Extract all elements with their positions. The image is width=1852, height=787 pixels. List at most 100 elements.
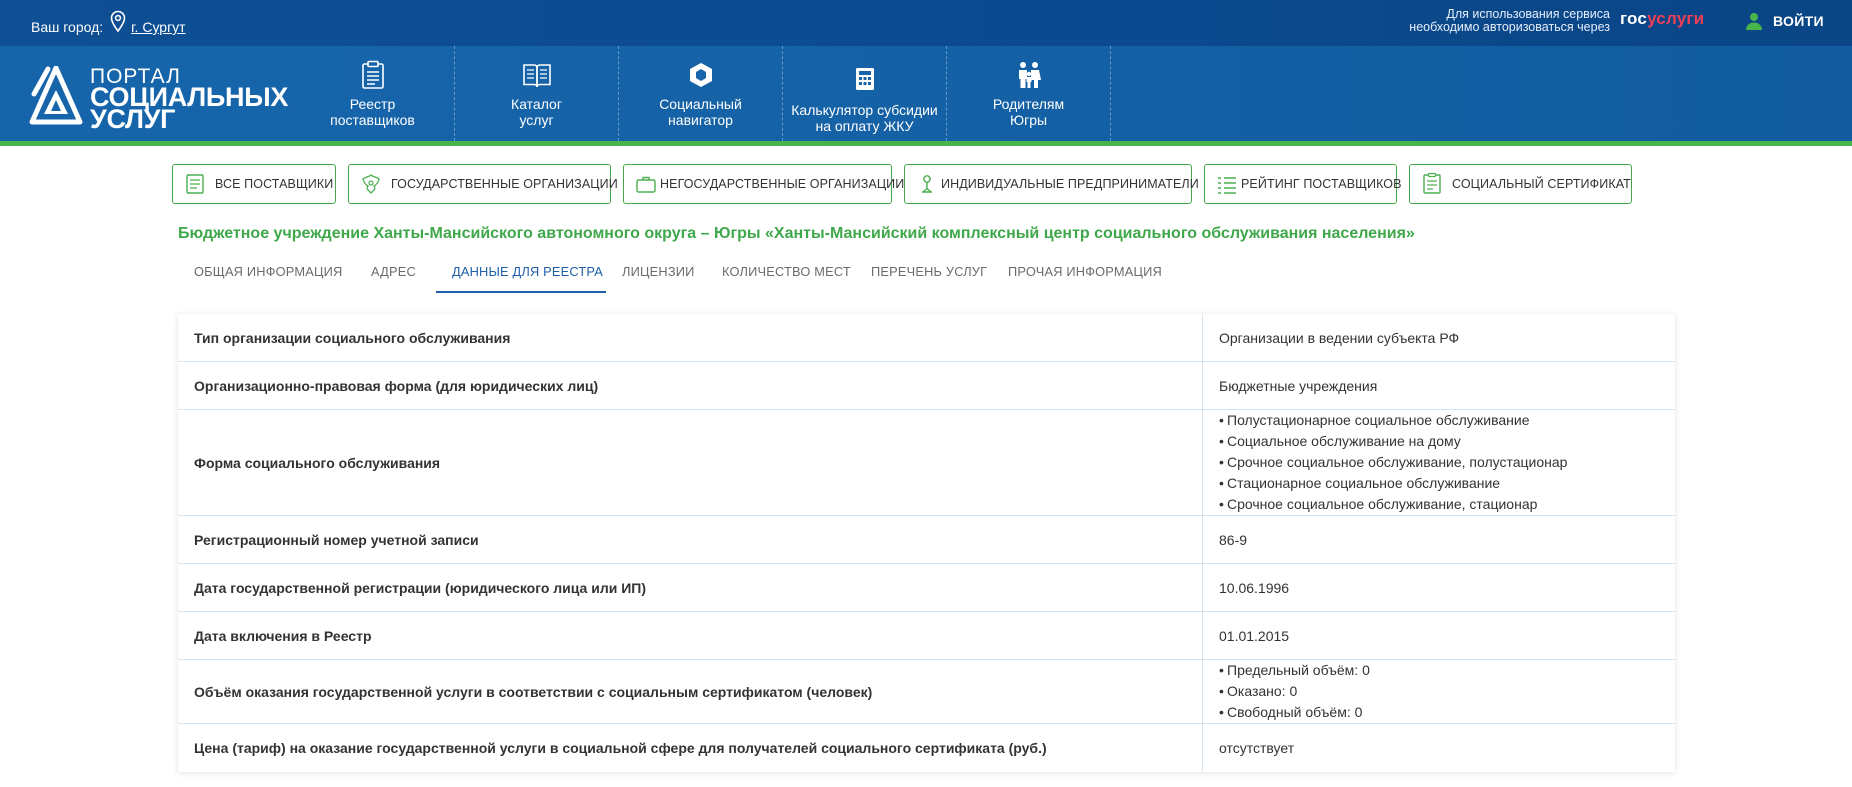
- row-key: Объём оказания государственной услуги в …: [178, 660, 1203, 723]
- portal-logo[interactable]: ПОРТАЛ СОЦИАЛЬНЫХ УСЛУГ: [28, 66, 288, 133]
- row-key: Цена (тариф) на оказание государственной…: [178, 724, 1203, 772]
- table-row: Цена (тариф) на оказание государственной…: [178, 724, 1675, 772]
- filter-all-providers-label: ВСЕ ПОСТАВЩИКИ: [215, 177, 334, 191]
- row-value: Предельный объём: 0 Оказано: 0 Свободный…: [1203, 660, 1675, 723]
- row-value: 01.01.2015: [1219, 627, 1290, 644]
- row-value: Организации в ведении субъекта РФ: [1219, 329, 1460, 346]
- city-link[interactable]: г. Сургут: [131, 19, 185, 35]
- city-label: Ваш город:: [31, 19, 104, 35]
- header-accent-line: [0, 141, 1852, 146]
- filter-social-certificate[interactable]: СОЦИАЛЬНЫЙ СЕРТИФИКАТ: [1409, 164, 1632, 204]
- table-row: Тип организации социального обслуживания…: [178, 314, 1675, 362]
- filter-nongovernment-organizations-label: НЕГОСУДАРСТВЕННЫЕ ОРГАНИЗАЦИИ: [660, 177, 905, 191]
- tab-services-list[interactable]: ПЕРЕЧЕНЬ УСЛУГ: [871, 264, 987, 279]
- nav-item-navigator[interactable]: Социальный навигатор: [619, 46, 783, 141]
- filter-social-certificate-label: СОЦИАЛЬНЫЙ СЕРТИФИКАТ: [1452, 177, 1631, 191]
- list-item: Полустационарное социальное обслуживание: [1219, 410, 1567, 431]
- table-row: Дата государственной регистрации (юридич…: [178, 564, 1675, 612]
- nav-item-calculator[interactable]: Калькулятор субсидии на оплату ЖКУ: [783, 46, 947, 141]
- auth-note: Для использования сервиса необходимо авт…: [1400, 8, 1610, 34]
- gosuslugi-logo-gos: гос: [1620, 9, 1648, 28]
- auth-note-line2: необходимо авторизоваться через: [1409, 20, 1610, 34]
- row-value: отсутствует: [1219, 740, 1295, 756]
- user-icon: [1746, 13, 1762, 30]
- nav-item-navigator-line2: навигатор: [668, 112, 733, 128]
- calculator-icon: [855, 68, 874, 90]
- row-value: Бюджетные учреждения: [1219, 377, 1378, 394]
- location-pin-icon: [110, 10, 126, 33]
- table-row: Регистрационный номер учетной записи 86-…: [178, 516, 1675, 564]
- filter-all-providers[interactable]: ВСЕ ПОСТАВЩИКИ: [172, 164, 336, 204]
- filter-individual-entrepreneurs[interactable]: ИНДИВИДУАЛЬНЫЕ ПРЕДПРИНИМАТЕЛИ: [904, 164, 1199, 204]
- main-header: ПОРТАЛ СОЦИАЛЬНЫХ УСЛУГ Реестр поставщико…: [0, 46, 1852, 141]
- tab-registry-data[interactable]: ДАННЫЕ ДЛЯ РЕЕСТРА: [452, 264, 603, 279]
- table-row: Форма социального обслуживания Полустаци…: [178, 410, 1675, 516]
- login-label: ВОЙТИ: [1773, 13, 1824, 29]
- row-key: Форма социального обслуживания: [178, 410, 1203, 515]
- certificate-volume-list: Предельный объём: 0 Оказано: 0 Свободный…: [1219, 660, 1370, 723]
- list-item: Срочное социальное обслуживание, стацион…: [1219, 494, 1567, 515]
- family-icon: [1018, 62, 1041, 88]
- filter-provider-rating[interactable]: РЕЙТИНГ ПОСТАВЩИКОВ: [1204, 164, 1401, 204]
- filter-state-organizations-label: ГОСУДАРСТВЕННЫЕ ОРГАНИЗАЦИИ: [391, 177, 618, 191]
- row-key: Дата государственной регистрации (юридич…: [178, 564, 1203, 611]
- clipboard-icon: [361, 60, 384, 89]
- row-value: 10.06.1996: [1219, 579, 1290, 596]
- certificate-icon: [1423, 172, 1441, 194]
- row-value: Полустационарное социальное обслуживание…: [1203, 410, 1675, 515]
- list-item: Стационарное социальное обслуживание: [1219, 473, 1567, 494]
- list-item: Срочное социальное обслуживание, полуста…: [1219, 452, 1567, 473]
- book-icon: [522, 64, 551, 88]
- row-key: Тип организации социального обслуживания: [178, 314, 1203, 361]
- main-nav: Реестр поставщиков Каталог услуг Социальны…: [291, 46, 1111, 141]
- gosuslugi-logo[interactable]: госуслуги: [1620, 9, 1704, 29]
- nav-item-parents-line2: Югры: [1009, 112, 1048, 128]
- filter-nongovernment-organizations[interactable]: НЕГОСУДАРСТВЕННЫЕ ОРГАНИЗАЦИИ: [623, 164, 904, 204]
- list-item: Свободный объём: 0: [1219, 702, 1370, 723]
- nav-item-navigator-line1: Социальный: [659, 96, 742, 112]
- nav-item-registry[interactable]: Реестр поставщиков: [291, 46, 455, 141]
- tab-places-count[interactable]: КОЛИЧЕСТВО МЕСТ: [722, 264, 851, 279]
- nav-item-calculator-line1: Калькулятор субсидии: [791, 102, 938, 118]
- table-row: Объём оказания государственной услуги в …: [178, 660, 1675, 724]
- organization-title: Бюджетное учреждение Ханты-Мансийского а…: [178, 225, 1415, 242]
- row-key: Организационно-правовая форма (для юриди…: [178, 362, 1203, 409]
- nav-item-catalog[interactable]: Каталог услуг: [455, 46, 619, 141]
- tab-licenses[interactable]: ЛИЦЕНЗИИ: [622, 264, 695, 279]
- tab-address[interactable]: АДРЕС: [371, 264, 416, 279]
- active-tab-indicator: [436, 291, 606, 293]
- gosuslugi-logo-uslugi: услуги: [1647, 9, 1705, 28]
- person-icon: [922, 175, 932, 193]
- list-item: Предельный объём: 0: [1219, 660, 1370, 681]
- emblem-icon: [362, 174, 380, 194]
- table-row: Организационно-правовая форма (для юриди…: [178, 362, 1675, 410]
- tab-general-info[interactable]: ОБЩАЯ ИНФОРМАЦИЯ: [194, 264, 343, 279]
- row-key: Дата включения в Реестр: [178, 612, 1203, 659]
- list-item: Социальное обслуживание на дому: [1219, 431, 1567, 452]
- organization-tabs: ОБЩАЯ ИНФОРМАЦИЯ АДРЕС ДАННЫЕ ДЛЯ РЕЕСТР…: [178, 258, 1678, 294]
- city-selector: Ваш город: г. Сургут: [31, 10, 186, 38]
- table-row: Дата включения в Реестр 01.01.2015: [178, 612, 1675, 660]
- nav-item-parents-line1: Родителям: [992, 96, 1065, 112]
- nav-item-parents[interactable]: Родителям Югры: [947, 46, 1111, 141]
- nav-item-catalog-line2: услуг: [519, 112, 554, 128]
- rating-list-icon: [1218, 177, 1236, 194]
- service-forms-list: Полустационарное социальное обслуживание…: [1219, 410, 1567, 515]
- filter-provider-rating-label: РЕЙТИНГ ПОСТАВЩИКОВ: [1241, 177, 1402, 191]
- nav-item-registry-line2: поставщиков: [330, 112, 415, 128]
- list-item: Оказано: 0: [1219, 681, 1370, 702]
- registry-data-table: Тип организации социального обслуживания…: [178, 314, 1675, 772]
- filter-state-organizations[interactable]: ГОСУДАРСТВЕННЫЕ ОРГАНИЗАЦИИ: [348, 164, 618, 204]
- list-icon: [186, 174, 204, 194]
- login-button[interactable]: ВОЙТИ: [1745, 12, 1824, 30]
- hexagon-icon: [689, 63, 712, 87]
- tab-other-info[interactable]: ПРОЧАЯ ИНФОРМАЦИЯ: [1008, 264, 1162, 279]
- nav-item-calculator-line2: на оплату ЖКУ: [815, 118, 914, 134]
- filter-individual-entrepreneurs-label: ИНДИВИДУАЛЬНЫЕ ПРЕДПРИНИМАТЕЛИ: [941, 177, 1199, 191]
- row-value: 86-9: [1219, 531, 1248, 548]
- briefcase-icon: [636, 176, 656, 193]
- row-key: Регистрационный номер учетной записи: [178, 516, 1203, 563]
- logo-line-3: УСЛУГ: [90, 104, 176, 134]
- nav-item-registry-line1: Реестр: [349, 96, 396, 112]
- nav-item-catalog-line1: Каталог: [511, 96, 562, 112]
